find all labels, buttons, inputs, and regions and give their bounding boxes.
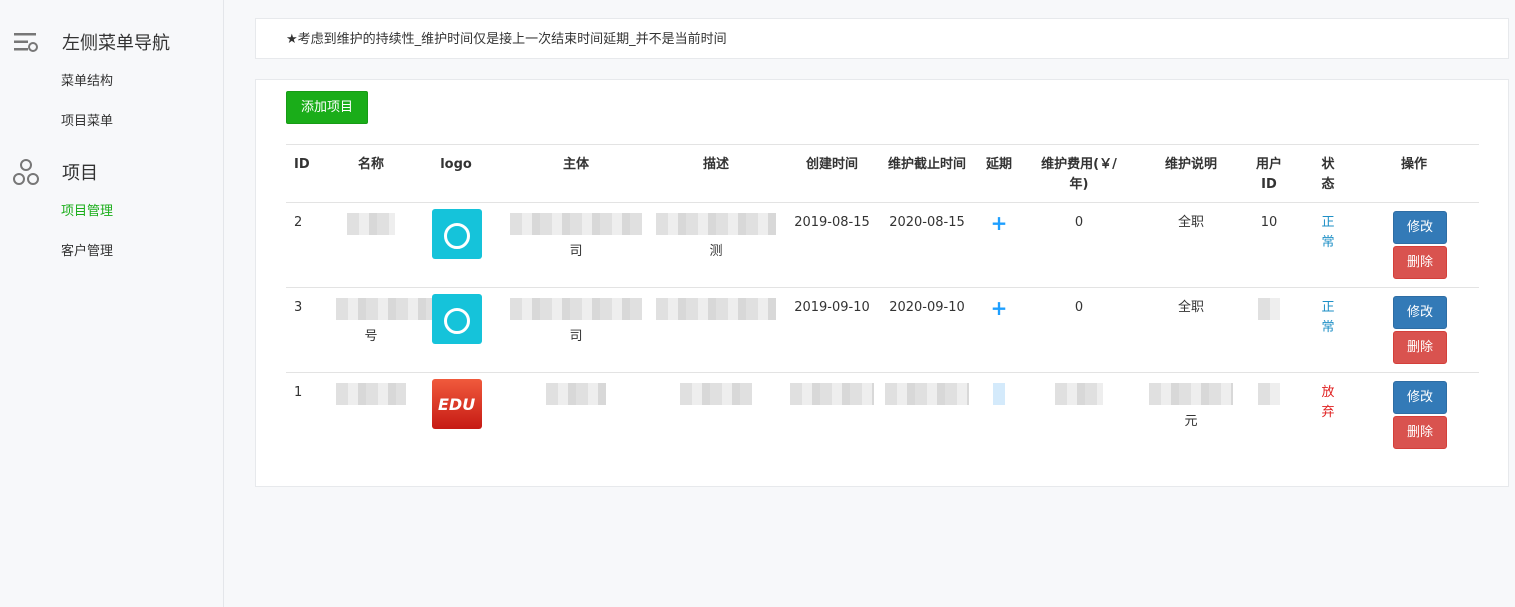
row-id: 3: [294, 300, 303, 315]
col-create-time: 创建时间: [805, 157, 858, 172]
row-operations: 修改 删除: [1366, 211, 1462, 279]
row-expire-time: 2020-08-15: [889, 215, 965, 230]
col-desc: 描述: [702, 157, 729, 172]
logo-glyph: [444, 223, 470, 249]
row-main-text: 司: [569, 329, 583, 344]
row-id: 2: [294, 215, 303, 230]
row-user-id: [1254, 298, 1284, 327]
project-logo: EDU: [432, 379, 482, 429]
edit-button[interactable]: 修改: [1393, 296, 1447, 329]
row-note-text: 元: [1184, 414, 1198, 429]
row-create-time: 2019-09-10: [794, 300, 870, 315]
row-main: 司: [506, 213, 646, 262]
col-logo: logo: [440, 157, 472, 172]
row-operations: 修改 删除: [1366, 381, 1462, 449]
row-create-time: 2019-08-15: [794, 215, 870, 230]
row-operations: 修改 删除: [1366, 296, 1462, 364]
sidebar: 左侧菜单导航 菜单结构 项目菜单 项目 项目管理 客户管理: [0, 0, 224, 607]
project-table: ID 名称 logo 主体 描述 创建时间 维护截止时间 延期 维护费用(￥/年…: [286, 144, 1479, 457]
sidebar-item-menu-structure[interactable]: 菜单结构: [0, 62, 223, 102]
col-fee: 维护费用(￥/年): [1041, 157, 1117, 192]
col-main: 主体: [562, 157, 589, 172]
notice-text: ★考虑到维护的持续性_维护时间仅是接上一次结束时间延期_并不是当前时间: [286, 32, 727, 47]
nav-title: 左侧菜单导航: [62, 33, 170, 54]
col-id: ID: [294, 157, 310, 172]
row-desc: [651, 383, 781, 412]
project-group: 项目 项目管理 客户管理: [0, 152, 223, 272]
notice-bar: ★考虑到维护的持续性_维护时间仅是接上一次结束时间延期_并不是当前时间: [255, 18, 1509, 59]
row-fee: [1034, 383, 1124, 412]
row-note: 全职: [1177, 300, 1204, 315]
sidebar-item-project-menu[interactable]: 项目菜单: [0, 102, 223, 142]
row-user-id: [1254, 383, 1284, 412]
status-badge: 正常: [1321, 300, 1335, 335]
row-note: 全职: [1177, 215, 1204, 230]
row-name-text: 号: [364, 329, 378, 344]
table-row: 2 司 测 2019-08-15 2020-08-15 + 0 全职 10 正常…: [286, 203, 1479, 288]
extend-plus-icon[interactable]: +: [986, 298, 1012, 318]
status-badge: 放弃: [1321, 385, 1335, 420]
logo-glyph: [444, 308, 470, 334]
sidebar-item-project-management[interactable]: 项目管理: [0, 192, 223, 232]
row-fee: 0: [1074, 300, 1084, 315]
col-note: 维护说明: [1164, 157, 1217, 172]
table-row: 3 号 司 2019-09-10 2020-09-10 + 0 全职 正常 修改…: [286, 288, 1479, 373]
menu-list-icon: [12, 28, 40, 56]
col-operation: 操作: [1400, 157, 1427, 172]
modules-icon: [12, 158, 40, 186]
row-name: 号: [336, 298, 432, 347]
row-desc-text: 测: [709, 244, 723, 259]
edit-button[interactable]: 修改: [1393, 211, 1447, 244]
extend-plus-icon[interactable]: +: [986, 213, 1012, 233]
delete-button[interactable]: 删除: [1393, 331, 1447, 364]
project-logo: [432, 294, 482, 344]
project-panel: 添加项目 ID 名称 logo 主体 描述 创建时间 维护截止时间 延期 维护费…: [255, 79, 1509, 487]
col-user-id: 用户ID: [1255, 157, 1282, 192]
col-extend: 延期: [986, 157, 1013, 172]
row-user-id: 10: [1260, 215, 1278, 230]
project-logo: [432, 209, 482, 259]
delete-button[interactable]: 删除: [1393, 246, 1447, 279]
col-expire-time: 维护截止时间: [887, 157, 966, 172]
row-id: 1: [294, 385, 303, 400]
row-name: [336, 213, 406, 242]
table-row: 1 EDU 元 放弃 修改 删除: [286, 373, 1479, 457]
col-name: 名称: [357, 157, 384, 172]
table-header: ID 名称 logo 主体 描述 创建时间 维护截止时间 延期 维护费用(￥/年…: [286, 145, 1479, 203]
row-expire-time: [882, 383, 972, 412]
sidebar-item-customer-management[interactable]: 客户管理: [0, 232, 223, 272]
row-name: [336, 383, 406, 412]
row-fee: 0: [1074, 215, 1084, 230]
project-title: 项目: [62, 163, 98, 184]
logo-mark: EDU: [438, 395, 476, 414]
row-main: [506, 383, 646, 412]
row-expire-time: 2020-09-10: [889, 300, 965, 315]
row-create-time: [786, 383, 878, 412]
row-note: 元: [1146, 383, 1236, 432]
project-header: 项目: [0, 152, 223, 192]
row-desc: 测: [651, 213, 781, 262]
row-desc: [651, 298, 781, 327]
delete-button[interactable]: 删除: [1393, 416, 1447, 449]
extend-plus-icon[interactable]: [986, 383, 1012, 412]
edit-button[interactable]: 修改: [1393, 381, 1447, 414]
add-project-button[interactable]: 添加项目: [286, 91, 368, 124]
status-badge: 正常: [1321, 215, 1335, 250]
nav-header: 左侧菜单导航: [0, 22, 223, 62]
row-main: 司: [506, 298, 646, 347]
col-status: 状态: [1321, 157, 1335, 192]
nav-group: 左侧菜单导航 菜单结构 项目菜单: [0, 22, 223, 142]
row-main-text: 司: [569, 244, 583, 259]
